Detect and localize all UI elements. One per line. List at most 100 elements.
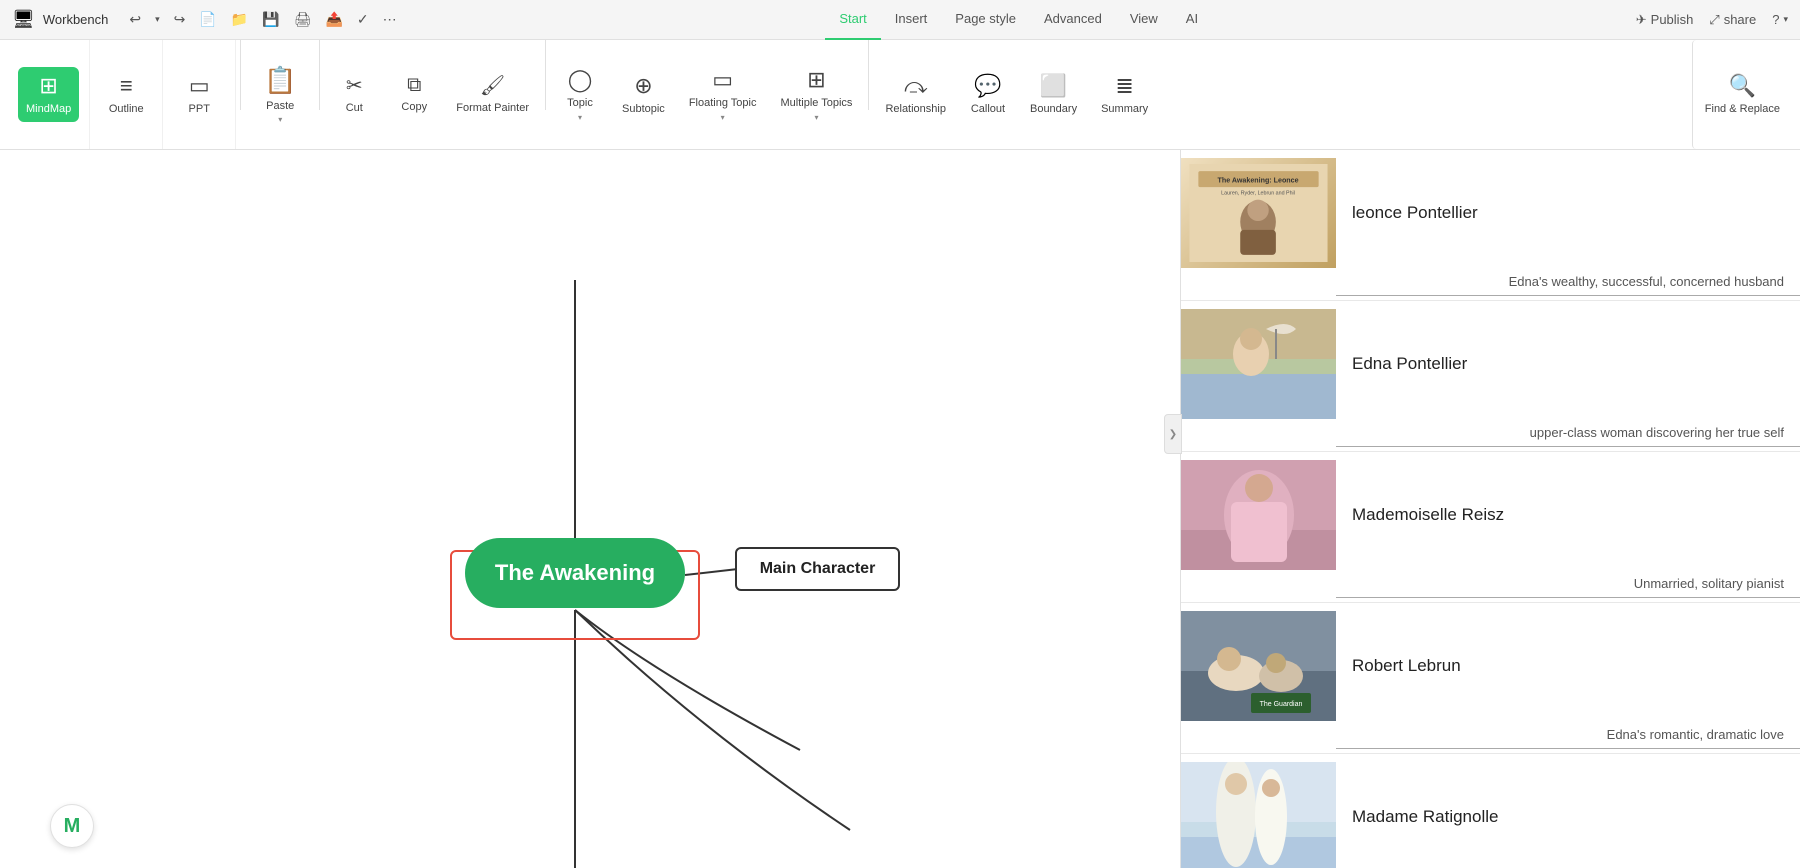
multiple-topics-button[interactable]: ⊞ Multiple Topics ▾ <box>768 40 864 149</box>
svg-text:Lauren, Ryder, Lebrun and Phil: Lauren, Ryder, Lebrun and Phil <box>1221 190 1295 196</box>
tab-start[interactable]: Start <box>825 0 880 40</box>
format-painter-button[interactable]: 🖌 Format Painter <box>444 40 541 149</box>
edna-description: upper-class woman discovering her true s… <box>1336 423 1800 447</box>
character-mademoiselle-entry: Mademoiselle Reisz Unmarried, solitary p… <box>1181 452 1800 603</box>
subtopic-icon: ⊕ <box>634 73 652 99</box>
leonce-description: Edna's wealthy, successful, concerned hu… <box>1336 272 1800 296</box>
copy-icon: ⧉ <box>407 74 421 97</box>
publish-button[interactable]: ✈ Publish <box>1636 12 1694 28</box>
boundary-icon: ⬜ <box>1040 73 1067 99</box>
svg-text:The Guardian: The Guardian <box>1260 701 1303 708</box>
new-file-button[interactable]: 📄 <box>194 8 221 31</box>
find-replace-button[interactable]: 🔍 Find & Replace <box>1692 40 1792 149</box>
mindmap-icon: ⊞ <box>39 73 57 99</box>
topic-button[interactable]: ◯ Topic ▾ <box>550 40 610 149</box>
title-bar-right: ✈ Publish ⤢ share ? ▾ <box>1636 12 1788 28</box>
ppt-icon: ▭ <box>189 73 210 99</box>
character-madame-entry: Madame Ratignolle Eda's neighbour; a dev… <box>1181 754 1800 868</box>
outline-group: ≡ Outline <box>90 40 163 149</box>
edna-name: Edna Pontellier <box>1336 342 1483 386</box>
app-logo: M <box>50 804 94 848</box>
subtopic-button[interactable]: ⊕ Subtopic <box>610 40 677 149</box>
mindmap-lines-svg <box>0 150 1180 868</box>
tab-ai[interactable]: AI <box>1172 0 1212 40</box>
ribbon-sep-2 <box>319 40 320 110</box>
mademoiselle-name: Mademoiselle Reisz <box>1336 493 1520 537</box>
tab-view[interactable]: View <box>1116 0 1172 40</box>
paste-button[interactable]: 📋 Paste ▾ <box>245 40 315 149</box>
tab-advanced[interactable]: Advanced <box>1030 0 1116 40</box>
title-bar-left: 🖥 Workbench <box>12 9 108 30</box>
tab-insert[interactable]: Insert <box>881 0 942 40</box>
floating-topic-icon: ▭ <box>712 67 733 93</box>
subtopic-main-character[interactable]: Main Character <box>735 547 900 591</box>
mindmap-canvas[interactable]: The Awakening Main Character <box>0 150 1180 868</box>
redo-button[interactable]: ↪ <box>169 8 191 31</box>
summary-button[interactable]: ≣ Summary <box>1089 40 1160 149</box>
summary-icon: ≣ <box>1115 73 1133 99</box>
share-button[interactable]: ⤢ share <box>1709 12 1756 28</box>
print-button[interactable]: 🖨 <box>289 8 317 31</box>
relationship-button[interactable]: ⤼ Relationship <box>873 40 958 149</box>
ribbon-spacer <box>1160 40 1692 149</box>
collapse-icon: ❯ <box>1169 429 1177 440</box>
outline-icon: ≡ <box>120 73 133 99</box>
cut-icon: ✂ <box>346 73 363 98</box>
main-content: The Awakening Main Character The Awakeni… <box>0 150 1800 868</box>
mademoiselle-row: Mademoiselle Reisz <box>1181 452 1800 574</box>
check-button[interactable]: ✓ <box>352 8 374 31</box>
save-button[interactable]: 💾 <box>257 8 284 31</box>
mindmap-container: The Awakening Main Character <box>0 150 1180 868</box>
leonce-name: leonce Pontellier <box>1336 191 1494 235</box>
robert-portrait: The Guardian <box>1181 611 1336 721</box>
ribbon-sep-4 <box>868 40 869 110</box>
madame-portrait <box>1181 762 1336 868</box>
mademoiselle-description: Unmarried, solitary pianist <box>1336 574 1800 598</box>
paste-arrow-icon: ▾ <box>278 115 282 124</box>
help-button[interactable]: ? ▾ <box>1772 12 1788 27</box>
ppt-mode-button[interactable]: ▭ PPT <box>173 67 225 122</box>
tab-page-style[interactable]: Page style <box>941 0 1030 40</box>
find-replace-icon: 🔍 <box>1729 73 1756 99</box>
character-leonce-entry: The Awakening: Leonce Lauren, Ryder, Leb… <box>1181 150 1800 301</box>
app-name: Workbench <box>43 12 109 27</box>
callout-button[interactable]: 💬 Callout <box>958 40 1018 149</box>
undo-dropdown[interactable]: ▾ <box>150 11 165 28</box>
outline-mode-button[interactable]: ≡ Outline <box>100 67 152 122</box>
ribbon-toolbar: ⊞ MindMap ≡ Outline ▭ PPT 📋 Paste ▾ ✂ Cu… <box>0 40 1800 150</box>
madame-row: Madame Ratignolle <box>1181 754 1800 868</box>
help-dropdown-icon: ▾ <box>1783 14 1788 25</box>
more-button[interactable]: ⋯ <box>378 8 402 31</box>
topic-icon: ◯ <box>568 67 593 93</box>
panel-collapse-handle[interactable]: ❯ <box>1164 414 1182 454</box>
book-cover-image: The Awakening: Leonce Lauren, Ryder, Leb… <box>1181 158 1336 268</box>
topic-arrow-icon: ▾ <box>578 113 582 122</box>
character-edna-entry: Edna Pontellier upper-class woman discov… <box>1181 301 1800 452</box>
ribbon-sep-3 <box>545 40 546 110</box>
copy-button[interactable]: ⧉ Copy <box>384 40 444 149</box>
undo-button[interactable]: ↩ <box>124 8 146 31</box>
export-button[interactable]: 📤 <box>320 8 347 31</box>
svg-text:The Awakening: Leonce: The Awakening: Leonce <box>1218 177 1299 185</box>
nav-tabs: Start Insert Page style Advanced View AI <box>825 0 1212 40</box>
leonce-row: The Awakening: Leonce Lauren, Ryder, Leb… <box>1181 150 1800 272</box>
ribbon-sep-1 <box>240 40 241 110</box>
app-icon: 🖥 <box>12 9 35 30</box>
title-bar: 🖥 Workbench ↩ ▾ ↪ 📄 📁 💾 🖨 📤 ✓ ⋯ Start In… <box>0 0 1800 40</box>
floating-topic-arrow-icon: ▾ <box>721 113 725 122</box>
cut-button[interactable]: ✂ Cut <box>324 40 384 149</box>
boundary-button[interactable]: ⬜ Boundary <box>1018 40 1089 149</box>
robert-name: Robert Lebrun <box>1336 644 1477 688</box>
format-painter-icon: 🖌 <box>480 73 505 98</box>
edna-portrait <box>1181 309 1336 419</box>
mode-group: ⊞ MindMap <box>8 40 90 149</box>
central-topic[interactable]: The Awakening <box>465 538 685 608</box>
relationship-icon: ⤼ <box>904 73 928 99</box>
mindmap-mode-button[interactable]: ⊞ MindMap <box>18 67 79 122</box>
madame-name: Madame Ratignolle <box>1336 795 1514 839</box>
multiple-topics-icon: ⊞ <box>807 67 825 93</box>
publish-icon: ✈ <box>1636 12 1647 28</box>
character-robert-entry: The Guardian Robert Lebrun Edna's romant… <box>1181 603 1800 754</box>
floating-topic-button[interactable]: ▭ Floating Topic ▾ <box>677 40 769 149</box>
open-file-button[interactable]: 📁 <box>226 8 253 31</box>
